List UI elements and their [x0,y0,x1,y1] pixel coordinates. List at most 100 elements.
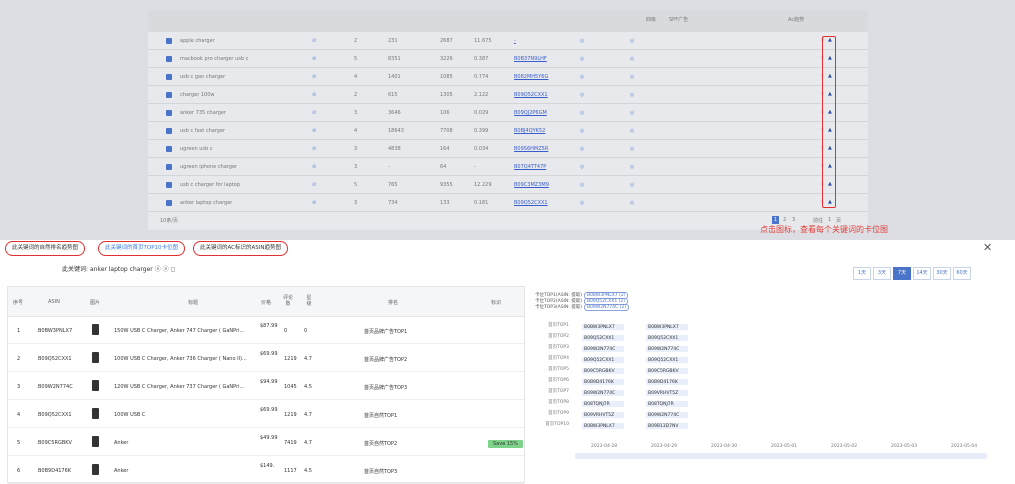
link-icon[interactable]: ⊘ [312,110,316,116]
link-icon[interactable]: ⊘ [312,164,316,170]
reviews-cell: 7419 [284,440,297,446]
row-checkbox[interactable] [166,92,172,98]
asin-link[interactable]: B09QJ2P6GM [514,110,547,116]
position-cell[interactable]: B09C5RGBKV [581,367,625,375]
asin-cell: B09Q52CXX1 [38,412,72,418]
position-cell[interactable]: B09C5RGBKV [645,367,689,375]
page-size-select[interactable]: 10条/页 [160,217,178,224]
search-icon[interactable]: ◎ [630,110,634,116]
row-index: 4 [17,412,21,418]
search-icon[interactable]: ◎ [580,74,584,80]
row-checkbox[interactable] [166,200,172,206]
keyword-table-header: 四级 SPF广告 Ac趋势 [148,10,868,32]
position-cell[interactable]: B09Q52CXX1 [645,356,689,364]
position-cell[interactable]: B0BW3PNLX7 [581,323,625,331]
position-cell[interactable]: B09Q52CXX1 [581,334,625,342]
row-checkbox[interactable] [166,110,172,116]
search-icon[interactable]: ◎ [580,182,584,188]
goto-input[interactable]: 1 [828,217,831,223]
row-checkbox[interactable] [166,38,172,44]
search-icon[interactable]: ◎ [580,38,584,44]
link-icon[interactable]: ⊘ [312,92,316,98]
day-button[interactable]: 7天 [893,267,911,280]
tab-top10-position[interactable]: 此关键词的首页TOP10卡位图 [98,241,186,256]
legend-item[interactable]: 卡位TOP3(ASIN: 提取) B09W2N774C (2) [535,304,629,311]
day-button[interactable]: 3天 [873,267,891,280]
search-icon[interactable]: ◎ [580,200,584,206]
price-cell: $149. [260,463,275,469]
day-button[interactable]: 60天 [953,267,971,280]
page-button[interactable]: 3 [792,217,795,223]
link-icon[interactable]: ⊘ [312,38,316,44]
link-icon[interactable]: ⊘ [312,56,316,62]
row-checkbox[interactable] [166,182,172,188]
product-image [92,464,99,475]
row-checkbox[interactable] [166,128,172,134]
search-icon[interactable]: ◎ [630,200,634,206]
search-icon[interactable]: ◎ [630,182,634,188]
position-cell[interactable]: B08TQNJ7R [645,400,689,408]
position-cell[interactable]: B09Q52CXX1 [581,356,625,364]
position-cell[interactable]: B09VRHVT5Z [645,389,689,397]
position-cell[interactable]: B09Q52CXX1 [645,334,689,342]
day-button[interactable]: 1天 [853,267,871,280]
search-icon[interactable]: ◎ [630,74,634,80]
search-icon[interactable]: ◎ [580,110,584,116]
asin-link[interactable]: B09Q52CXX1 [514,92,548,98]
rank-cell: 首页自然TOP3 [364,469,398,475]
position-cell[interactable]: B09W2N774C [581,345,625,353]
position-cell[interactable]: B0BW3PNLX7 [581,422,625,430]
position-cell[interactable]: B0B9D4176K [645,378,689,386]
position-cell[interactable]: B09VRHVT5Z [581,411,625,419]
tab-ac-asin-trend[interactable]: 此关键词的AC标识的ASIN趋势图 [193,241,288,256]
link-icon[interactable]: ⊘ [312,182,316,188]
search-icon[interactable]: ◎ [630,92,634,98]
search-icon[interactable]: ◎ [580,146,584,152]
row-checkbox[interactable] [166,56,172,62]
row-checkbox[interactable] [166,74,172,80]
asin-link[interactable]: B0B37N9LHF [514,56,547,62]
day-button[interactable]: 14天 [913,267,931,280]
y-tick-label: 首页TOP2 [548,334,569,339]
position-cell[interactable]: B09W2N774C [645,345,689,353]
position-cell[interactable]: B09B13D7NV [645,422,689,430]
search-icon[interactable]: ◎ [580,164,584,170]
legend-asin[interactable]: B09W2N774C (2) [583,304,629,311]
page-button[interactable]: 2 [783,217,786,223]
position-cell[interactable]: B0B9D4176K [581,378,625,386]
search-icon[interactable]: ◎ [580,56,584,62]
close-icon[interactable]: ✕ [983,241,992,254]
day-button[interactable]: 30天 [933,267,951,280]
search-icon[interactable]: ◎ [630,128,634,134]
position-cell[interactable]: B08TQNJ7R [581,400,625,408]
asin-link[interactable]: - [514,38,516,44]
asin-link[interactable]: B09C3MZ3M9 [514,182,549,188]
link-icon[interactable]: ⊘ [312,128,316,134]
search-icon[interactable]: ◎ [630,38,634,44]
row-checkbox[interactable] [166,146,172,152]
x-tick-label: 2023-04-30 [711,444,738,449]
search-icon[interactable]: ◎ [630,56,634,62]
position-cell[interactable]: B09W2N774C [581,389,625,397]
asin-link[interactable]: B09S6HMZ5R [514,146,548,152]
asin-link[interactable]: B09Q52CXX1 [514,200,548,206]
asin-link[interactable]: B0BJ4QYK52 [514,128,545,134]
tab-natural-rank[interactable]: 此关键词的自然排名趋势图 [5,241,86,256]
position-cell[interactable]: B0BW3PNLX7 [645,323,689,331]
table-row: usb c charger for laptop ⊘ 5 765 9355 12.229 B… [148,176,868,194]
search-icon[interactable]: ◎ [580,128,584,134]
link-icons[interactable]: ⓐ ⓐ ◻ [155,266,176,273]
price-cell: $49.99 [260,435,278,441]
link-icon[interactable]: ⊘ [312,74,316,80]
position-cell[interactable]: B09W2N774C [645,411,689,419]
row-checkbox[interactable] [166,164,172,170]
chart-scrollbar[interactable] [575,453,987,459]
link-icon[interactable]: ⊘ [312,200,316,206]
asin-link[interactable]: B082MH5Y6G [514,74,548,80]
search-icon[interactable]: ◎ [630,164,634,170]
search-icon[interactable]: ◎ [580,92,584,98]
asin-link[interactable]: B07Q4TT47P [514,164,546,170]
page-button[interactable]: 1 [772,216,779,224]
search-icon[interactable]: ◎ [630,146,634,152]
link-icon[interactable]: ⊘ [312,146,316,152]
